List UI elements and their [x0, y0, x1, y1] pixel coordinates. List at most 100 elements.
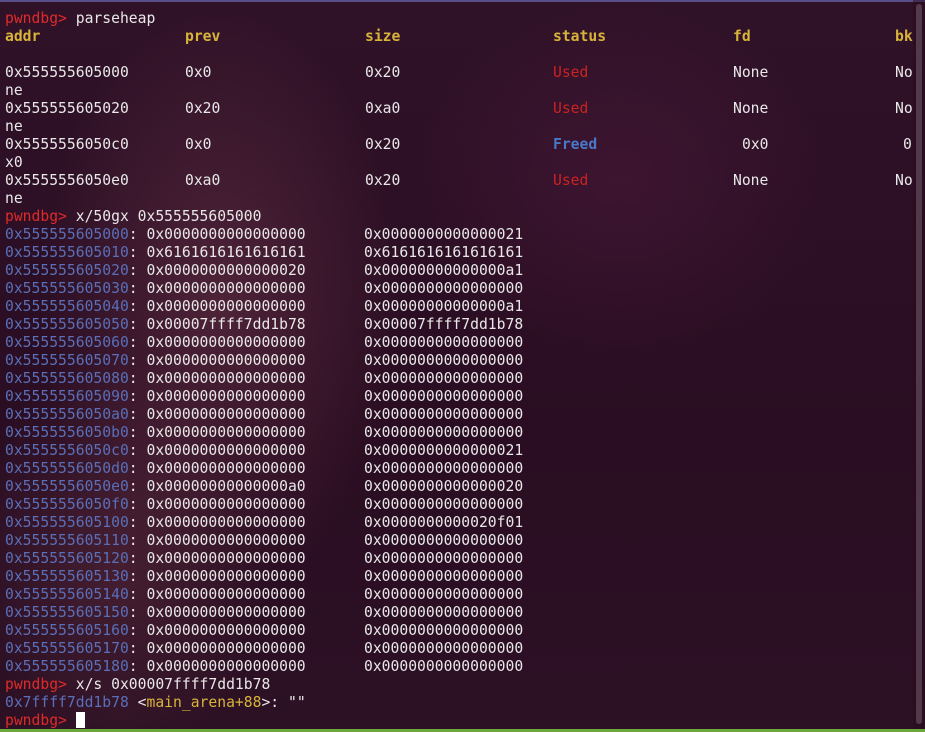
memdump-qword-1: 0x6161616161616161 — [146, 244, 306, 261]
memdump-row: 0x555555605020: 0x0000000000000020 0x0000… — [5, 262, 524, 279]
memdump-address: 0x555555605170 — [5, 640, 129, 657]
memdump-qword-2: 0x0000000000000000 — [364, 370, 524, 387]
memdump-qword-2: 0x00000000000000a1 — [364, 298, 524, 315]
memdump-address: 0x555555605180 — [5, 658, 129, 675]
memdump-row: 0x5555556050c0: 0x0000000000000000 0x0000… — [5, 442, 524, 459]
memdump-address: 0x555555605080 — [5, 370, 129, 387]
chunk-prev: 0x0 — [185, 136, 212, 153]
chunk-status: Freed — [553, 136, 598, 153]
memdump-qword-1: 0x0000000000000000 — [146, 298, 306, 315]
prompt: pwndbg> — [5, 676, 67, 693]
chunk-addr: 0x5555556050e0 — [5, 172, 129, 189]
memdump-qword-1: 0x0000000000000000 — [146, 388, 306, 405]
memdump-qword-2: 0x0000000000000000 — [364, 586, 524, 603]
symbol-name: main_arena+88 — [146, 694, 262, 711]
memdump-address: 0x555555605030 — [5, 280, 129, 297]
memdump-qword-1: 0x0000000000000000 — [146, 604, 306, 621]
heap-table-row: 0x5555556050e0 0xa0 0x20 Used None No — [5, 172, 915, 190]
memdump-qword-1: 0x0000000000000000 — [146, 334, 306, 351]
symbol-close: >: — [261, 694, 280, 711]
header-addr: addr — [5, 28, 41, 45]
memdump-row: 0x5555556050a0: 0x0000000000000000 0x0000… — [5, 406, 524, 423]
chunk-fd: None — [733, 100, 769, 117]
command-text: x/50gx 0x555555605000 — [75, 208, 262, 225]
chunk-bk: No — [895, 100, 913, 117]
memdump-qword-1: 0x0000000000000000 — [146, 568, 306, 585]
memdump-address: 0x555555605020 — [5, 262, 129, 279]
memdump-address: 0x555555605060 — [5, 334, 129, 351]
memdump-qword-2: 0x0000000000000000 — [364, 496, 524, 513]
memdump-qword-1: 0x0000000000000000 — [146, 532, 306, 549]
memdump-qword-2: 0x0000000000000000 — [364, 568, 524, 585]
memdump-row: 0x5555556050f0: 0x0000000000000000 0x0000… — [5, 496, 524, 513]
prompt: pwndbg> — [5, 208, 67, 225]
memdump-address: 0x555555605110 — [5, 532, 129, 549]
memdump-row: 0x5555556050e0: 0x00000000000000a0 0x0000… — [5, 478, 524, 495]
memdump-address: 0x555555605070 — [5, 352, 129, 369]
heap-table-row: 0x5555556050c0 0x0 0x20 Freed 0x0 0 — [5, 136, 915, 154]
memdump-qword-2: 0x0000000000000000 — [364, 280, 524, 297]
memdump-address: 0x555555605090 — [5, 388, 129, 405]
memdump-qword-2: 0x0000000000020f01 — [364, 514, 524, 531]
memdump-row: 0x555555605100: 0x0000000000000000 0x0000… — [5, 514, 524, 531]
chunk-fd: None — [733, 64, 769, 81]
memdump-qword-1: 0x0000000000000000 — [146, 352, 306, 369]
chunk-size: 0x20 — [365, 136, 401, 153]
memdump-row: 0x555555605140: 0x0000000000000000 0x0000… — [5, 586, 524, 603]
memdump-row: 0x555555605050: 0x00007ffff7dd1b78 0x0000… — [5, 316, 524, 333]
memdump-qword-2: 0x0000000000000021 — [364, 442, 524, 459]
memdump-qword-2: 0x0000000000000000 — [364, 658, 524, 675]
memdump-qword-2: 0x0000000000000000 — [364, 388, 524, 405]
memdump-qword-1: 0x0000000000000000 — [146, 622, 306, 639]
memdump-qword-2: 0x0000000000000000 — [364, 424, 524, 441]
memdump-qword-2: 0x0000000000000020 — [364, 478, 524, 495]
chunk-addr: 0x5555556050c0 — [5, 136, 129, 153]
memdump-row: 0x555555605160: 0x0000000000000000 0x0000… — [5, 622, 524, 639]
chunk-addr: 0x555555605020 — [5, 100, 129, 117]
memdump-qword-1: 0x00007ffff7dd1b78 — [146, 316, 306, 333]
heap-row-wrap: ne — [5, 82, 23, 99]
memdump-qword-2: 0x0000000000000000 — [364, 532, 524, 549]
heap-table-row: 0x555555605000 0x0 0x20 Used None No — [5, 64, 915, 82]
memdump-row: 0x555555605040: 0x0000000000000000 0x0000… — [5, 298, 524, 315]
memdump-qword-2: 0x0000000000000000 — [364, 334, 524, 351]
memdump-row: 0x5555556050d0: 0x0000000000000000 0x0000… — [5, 460, 524, 477]
chunk-prev: 0xa0 — [185, 172, 221, 189]
memdump-row: 0x5555556050b0: 0x0000000000000000 0x0000… — [5, 424, 524, 441]
chunk-bk: No — [895, 64, 913, 81]
memdump-row: 0x555555605090: 0x0000000000000000 0x0000… — [5, 388, 524, 405]
memdump-qword-2: 0x0000000000000000 — [364, 604, 524, 621]
window-top-border — [0, 0, 925, 2]
header-fd: fd — [733, 28, 751, 45]
memdump-address: 0x555555605050 — [5, 316, 129, 333]
chunk-status: Used — [553, 64, 589, 81]
memdump-address: 0x555555605160 — [5, 622, 129, 639]
memdump-address: 0x555555605040 — [5, 298, 129, 315]
memdump-qword-1: 0x0000000000000000 — [146, 640, 306, 657]
chunk-size: 0x20 — [365, 172, 401, 189]
current-prompt-line[interactable]: pwndbg> — [5, 712, 85, 730]
memdump-address: 0x555555605010 — [5, 244, 129, 261]
memdump-address: 0x5555556050f0 — [5, 496, 129, 513]
chunk-fd: None — [733, 172, 769, 189]
heap-row-wrap: ne — [5, 190, 23, 207]
command-text: x/s 0x00007ffff7dd1b78 — [75, 676, 271, 693]
scrollbar-thumb[interactable] — [916, 4, 922, 724]
memdump-qword-2: 0x0000000000000000 — [364, 406, 524, 423]
memdump-qword-1: 0x0000000000000000 — [146, 514, 306, 531]
string-result-line: 0x7ffff7dd1b78 <main_arena+88>: "" — [5, 694, 306, 712]
memdump-qword-1: 0x0000000000000000 — [146, 460, 306, 477]
memdump-qword-2: 0x0000000000000000 — [364, 460, 524, 477]
command-line-x50gx: pwndbg> x/50gx 0x555555605000 — [5, 208, 261, 226]
memdump-row: 0x555555605030: 0x0000000000000000 0x0000… — [5, 280, 524, 297]
memdump-address: 0x555555605130 — [5, 568, 129, 585]
memdump-row: 0x555555605060: 0x0000000000000000 0x0000… — [5, 334, 524, 351]
scrollbar[interactable] — [913, 0, 925, 732]
memdump-qword-1: 0x0000000000000000 — [146, 226, 306, 243]
chunk-size: 0x20 — [365, 64, 401, 81]
memdump-address: 0x555555605150 — [5, 604, 129, 621]
header-bk: bk — [895, 28, 913, 45]
command-line-parseheap: pwndbg> parseheap — [5, 10, 155, 28]
result-address: 0x7ffff7dd1b78 — [5, 694, 129, 711]
memdump-qword-2: 0x0000000000000000 — [364, 640, 524, 657]
